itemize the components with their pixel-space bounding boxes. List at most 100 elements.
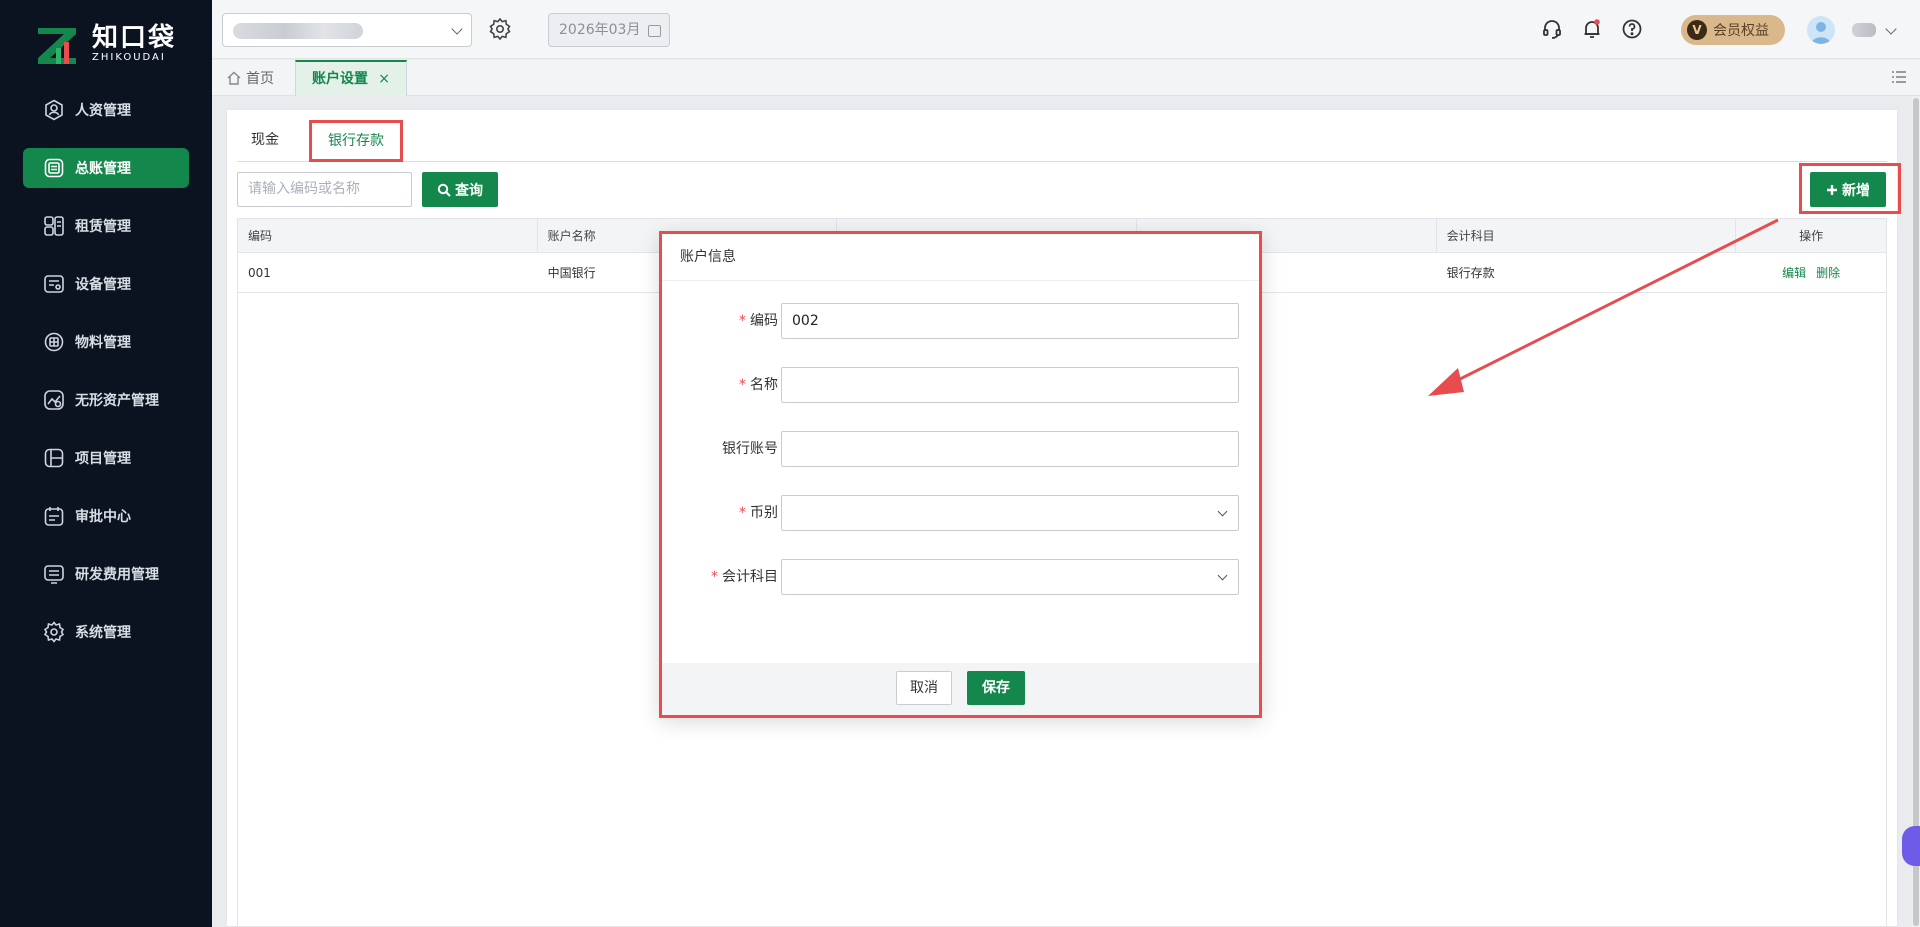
cell-code: 001 <box>248 265 271 280</box>
user-menu-chevron-icon[interactable] <box>1885 23 1897 35</box>
period-picker[interactable]: 2026年03月 <box>548 13 670 47</box>
required-mark: * <box>711 569 718 585</box>
sidebar-item-label: 总账管理 <box>75 161 131 177</box>
code-input[interactable]: 002 <box>781 303 1239 339</box>
tab-cash[interactable]: 现金 <box>251 120 279 162</box>
sidebar-item-lease[interactable]: 租赁管理 <box>23 206 189 246</box>
required-mark: * <box>739 377 746 393</box>
name-input[interactable] <box>781 367 1239 403</box>
avatar[interactable] <box>1807 16 1835 44</box>
member-benefits-button[interactable]: V 会员权益 <box>1681 15 1785 45</box>
sidebar-item-label: 系统管理 <box>75 625 131 641</box>
add-button[interactable]: 新增 <box>1810 172 1886 207</box>
rd-expense-icon <box>43 563 65 585</box>
cell-actions: 编辑 删除 <box>1736 253 1886 292</box>
chevron-down-icon <box>451 23 463 35</box>
field-subject: * 会计科目 <box>662 559 1262 595</box>
edit-link[interactable]: 编辑 <box>1782 264 1806 281</box>
search-icon <box>437 183 451 197</box>
brand-logo[interactable]: 知口袋 ZHIKOUDAI <box>36 20 186 68</box>
top-bar: 2026年03月 V 会员权益 <box>212 0 1920 59</box>
plus-icon <box>1827 184 1837 195</box>
page-scrollbar[interactable] <box>1912 96 1920 927</box>
sidebar-item-label: 研发费用管理 <box>75 567 159 583</box>
required-mark: * <box>739 313 746 329</box>
username-redacted[interactable] <box>1852 23 1876 37</box>
vip-badge-icon: V <box>1687 20 1707 40</box>
calendar-icon <box>648 25 661 37</box>
sidebar-item-material[interactable]: 物料管理 <box>23 322 189 362</box>
tab-home[interactable]: 首页 <box>226 68 274 88</box>
cancel-button[interactable]: 取消 <box>896 671 952 705</box>
sidebar-item-label: 设备管理 <box>75 277 131 293</box>
sidebar-item-hr[interactable]: 人资管理 <box>23 90 189 130</box>
member-benefits-label: 会员权益 <box>1713 23 1769 39</box>
sidebar-nav: 人资管理 总账管理 租赁管理 设备管理 物料管理 无形资产管理 项目管理 审批中… <box>0 90 212 670</box>
sidebar-item-label: 项目管理 <box>75 451 131 467</box>
sidebar-item-label: 物料管理 <box>75 335 131 351</box>
save-button[interactable]: 保存 <box>967 671 1025 705</box>
tab-bank-deposit[interactable]: 银行存款 <box>309 120 403 162</box>
brand-name-en: ZHIKOUDAI <box>92 52 166 63</box>
sidebar-item-device[interactable]: 设备管理 <box>23 264 189 304</box>
close-icon[interactable]: × <box>378 62 390 96</box>
account-info-dialog: 账户信息 * 编码 002 * 名称 银行账号 * 币别 * 会计科目 取消 保存 <box>659 231 1262 718</box>
field-label: 名称 <box>750 377 778 393</box>
sidebar-item-label: 人资管理 <box>75 103 131 119</box>
sidebar-item-approval[interactable]: 审批中心 <box>23 496 189 536</box>
delete-link[interactable]: 删除 <box>1816 264 1840 281</box>
currency-select[interactable] <box>781 495 1239 531</box>
sidebar-item-project[interactable]: 项目管理 <box>23 438 189 478</box>
bank-account-input[interactable] <box>781 431 1239 467</box>
approval-icon <box>43 505 65 527</box>
device-icon <box>43 273 65 295</box>
company-name-redacted <box>233 23 363 39</box>
sidebar-item-ledger[interactable]: 总账管理 <box>23 148 189 188</box>
required-mark: * <box>739 505 746 521</box>
sidebar-item-rd[interactable]: 研发费用管理 <box>23 554 189 594</box>
chevron-down-icon <box>1217 506 1228 517</box>
query-button-label: 查询 <box>455 182 483 199</box>
account-type-tabs: 现金 银行存款 <box>237 120 1887 162</box>
period-value: 2026年03月 <box>559 22 641 38</box>
sidebar-item-label: 无形资产管理 <box>75 393 159 409</box>
sidebar-item-intangible[interactable]: 无形资产管理 <box>23 380 189 420</box>
column-header: 操作 <box>1799 229 1824 243</box>
headset-icon[interactable] <box>1541 18 1563 40</box>
field-label: 币别 <box>750 505 778 521</box>
company-select[interactable] <box>222 13 472 47</box>
gear-icon <box>43 621 65 643</box>
material-icon <box>43 331 65 353</box>
notification-bell-icon[interactable] <box>1581 18 1603 40</box>
column-header: 编码 <box>238 219 538 252</box>
project-icon <box>43 447 65 469</box>
query-button[interactable]: 查询 <box>422 172 498 207</box>
cell-subject: 银行存款 <box>1446 266 1495 280</box>
column-header: 会计科目 <box>1437 219 1737 252</box>
field-code: * 编码 002 <box>662 303 1262 339</box>
ledger-icon <box>43 157 65 179</box>
subject-select[interactable] <box>781 559 1239 595</box>
field-name: * 名称 <box>662 367 1262 403</box>
sidebar: 知口袋 ZHIKOUDAI 人资管理 总账管理 租赁管理 设备管理 物料管理 无… <box>0 0 212 927</box>
help-icon[interactable] <box>1621 18 1643 40</box>
tab-list-icon[interactable] <box>1892 71 1906 83</box>
add-button-label: 新增 <box>1842 182 1870 199</box>
sidebar-item-label: 租赁管理 <box>75 219 131 235</box>
settings-gear-icon[interactable] <box>488 17 512 41</box>
tab-home-label: 首页 <box>246 71 274 87</box>
field-label: 编码 <box>750 313 778 329</box>
chevron-down-icon <box>1217 570 1228 581</box>
search-input[interactable]: 请输入编码或名称 <box>237 172 412 207</box>
sidebar-item-system[interactable]: 系统管理 <box>23 612 189 652</box>
lease-icon <box>43 215 65 237</box>
field-currency: * 币别 <box>662 495 1262 531</box>
home-icon <box>227 71 241 85</box>
person-circle-icon <box>43 99 65 121</box>
logo-mark-icon <box>36 24 84 64</box>
field-label: 会计科目 <box>722 569 778 585</box>
tab-account-settings[interactable]: 账户设置 × <box>295 60 407 96</box>
scrollbar-thumb[interactable] <box>1913 98 1919 926</box>
chat-support-icon[interactable] <box>1902 826 1920 866</box>
field-bank-account: 银行账号 <box>662 431 1262 467</box>
